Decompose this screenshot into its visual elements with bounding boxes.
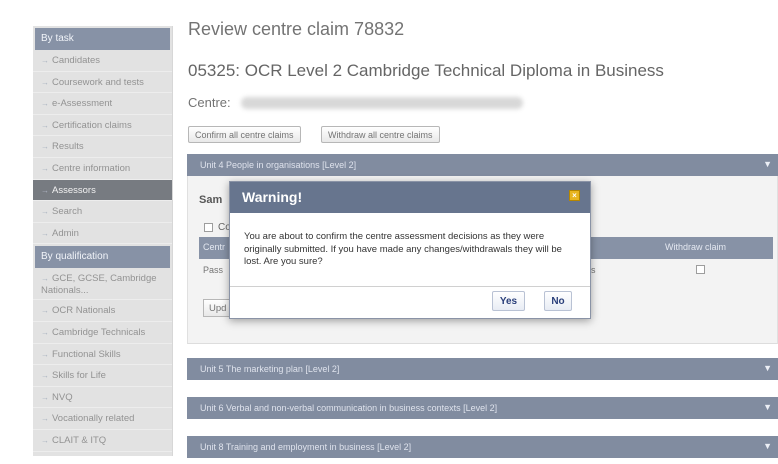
dialog-title: Warning!	[242, 189, 303, 205]
yes-button[interactable]: Yes	[492, 291, 525, 311]
warning-dialog: Warning! × You are about to confirm the …	[229, 181, 591, 319]
dialog-message: You are about to confirm the centre asse…	[230, 213, 590, 287]
close-icon[interactable]: ×	[569, 190, 580, 201]
dialog-title-bar: Warning! ×	[230, 182, 590, 213]
no-button[interactable]: No	[544, 291, 572, 311]
